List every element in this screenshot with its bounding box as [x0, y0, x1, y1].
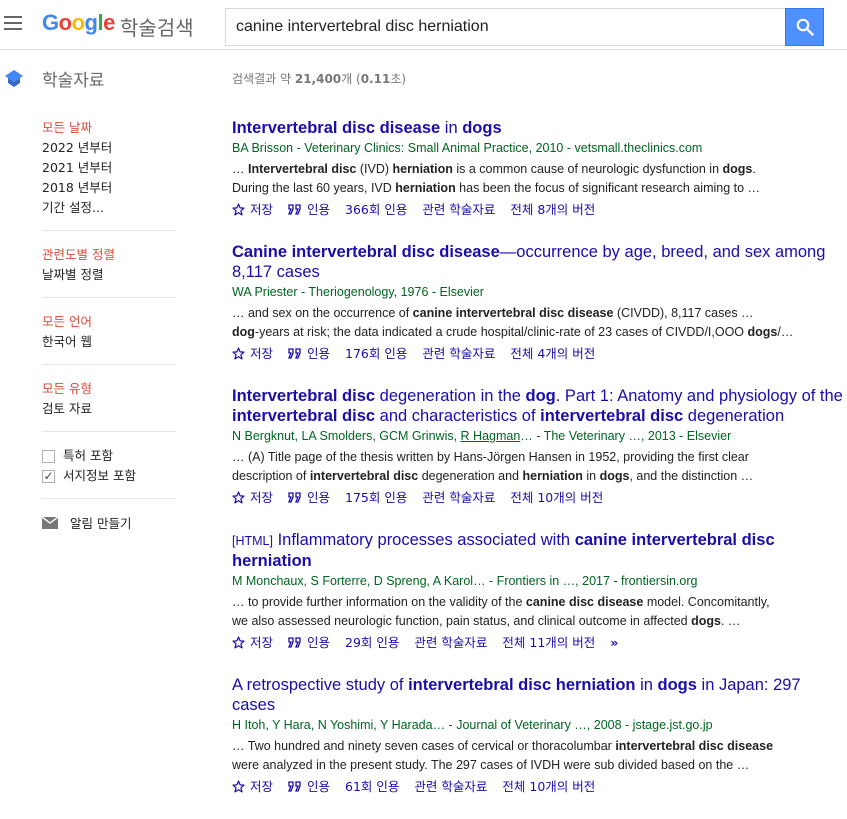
all-versions-link[interactable]: 전체 8개의 버전 [510, 200, 595, 219]
result-title-link[interactable]: A retrospective study of intervertebral … [232, 675, 844, 715]
search-result: Intervertebral disc disease in dogs BA Br… [232, 118, 844, 219]
all-versions-link[interactable]: 전체 11개의 버전 [502, 633, 595, 652]
related-articles-link[interactable]: 관련 학술자료 [422, 344, 495, 363]
result-authors-source: N Bergknut, LA Smolders, GCM Grinwis, R … [232, 429, 732, 443]
result-authors-source: M Monchaux, S Forterre, D Spreng, A Karo… [232, 574, 698, 588]
results-list: Intervertebral disc disease in dogs BA Br… [232, 118, 844, 819]
cite-button[interactable]: 인용 [288, 344, 330, 363]
result-snippet: … Two hundred and ninety seven cases of … [232, 739, 774, 772]
include-patents-checkbox[interactable]: 특허 포함 [42, 446, 176, 466]
date-filter-2018[interactable]: 2018 년부터 [42, 178, 176, 198]
save-button[interactable]: 저장 [232, 777, 273, 796]
google-logo[interactable]: Google [42, 10, 115, 36]
create-alert-link[interactable]: 알림 만들기 [42, 513, 176, 532]
related-articles-link[interactable]: 관련 학술자료 [414, 633, 487, 652]
star-icon [232, 491, 245, 504]
date-filter-custom[interactable]: 기간 설정... [42, 198, 176, 218]
star-icon [232, 203, 245, 216]
search-result: A retrospective study of intervertebral … [232, 675, 844, 796]
html-tag[interactable]: [HTML] [232, 534, 273, 548]
related-articles-link[interactable]: 관련 학술자료 [422, 488, 495, 507]
quote-icon [288, 636, 301, 648]
search-result: Canine intervertebral disc disease—occur… [232, 242, 844, 363]
result-authors-source: H Itoh, Y Hara, N Yoshimi, Y Harada… - J… [232, 718, 713, 732]
result-authors-source: WA Priester - Theriogenology, 1976 - Els… [232, 285, 484, 299]
save-button[interactable]: 저장 [232, 633, 273, 652]
language-any[interactable]: 모든 언어 [42, 312, 176, 332]
include-citations-checkbox[interactable]: ✓ 서지정보 포함 [42, 466, 176, 486]
type-group: 모든 유형 검토 자료 [42, 379, 176, 432]
result-actions: 저장 인용 29회 인용 관련 학술자료 전체 11개의 버전 » [232, 633, 844, 652]
more-chevron-icon[interactable]: » [610, 633, 618, 652]
quote-icon [288, 491, 301, 503]
search-icon [796, 18, 814, 36]
result-title-link[interactable]: Intervertebral disc degeneration in the … [232, 386, 844, 426]
result-count: 검색결과 약 21,400개 (0.11초) [232, 72, 407, 86]
star-icon [232, 347, 245, 360]
search-result: [HTML] Inflammatory processes associated… [232, 530, 844, 652]
logo-suffix: 학술검색 [120, 16, 194, 40]
mail-icon [42, 516, 58, 529]
all-versions-link[interactable]: 전체 10개의 버전 [502, 777, 595, 796]
sort-by-relevance[interactable]: 관련도별 정렬 [42, 245, 176, 265]
result-actions: 저장 인용 175회 인용 관련 학술자료 전체 10개의 버전 [232, 488, 844, 507]
save-button[interactable]: 저장 [232, 200, 273, 219]
star-icon [232, 636, 245, 649]
result-snippet: … Intervertebral disc (IVD) herniation i… [232, 162, 761, 195]
result-title-link[interactable]: [HTML] Inflammatory processes associated… [232, 530, 844, 571]
section-title: 학술자료 [42, 71, 105, 91]
date-filter-2021[interactable]: 2021 년부터 [42, 158, 176, 178]
result-title-link[interactable]: Intervertebral disc disease in dogs [232, 118, 844, 138]
sort-by-date[interactable]: 날짜별 정렬 [42, 265, 176, 285]
quote-icon [288, 347, 301, 359]
result-title-link[interactable]: Canine intervertebral disc disease—occur… [232, 242, 844, 282]
language-group: 모든 언어 한국어 웹 [42, 312, 176, 365]
cite-button[interactable]: 인용 [288, 488, 330, 507]
unchecked-box-icon [42, 449, 55, 463]
language-korean[interactable]: 한국어 웹 [42, 332, 176, 352]
result-actions: 저장 인용 176회 인용 관련 학술자료 전체 4개의 버전 [232, 344, 844, 363]
related-articles-link[interactable]: 관련 학술자료 [422, 200, 495, 219]
quote-icon [288, 203, 301, 215]
all-versions-link[interactable]: 전체 4개의 버전 [510, 344, 595, 363]
hamburger-menu-icon[interactable] [4, 16, 24, 32]
save-button[interactable]: 저장 [232, 488, 273, 507]
result-actions: 저장 인용 366회 인용 관련 학술자료 전체 8개의 버전 [232, 200, 844, 219]
cite-button[interactable]: 인용 [288, 200, 330, 219]
all-versions-link[interactable]: 전체 10개의 버전 [510, 488, 603, 507]
include-group: 특허 포함 ✓ 서지정보 포함 [42, 446, 176, 499]
cited-by-link[interactable]: 366회 인용 [345, 200, 407, 219]
scholar-cap-icon [5, 70, 23, 87]
search-input[interactable] [226, 9, 785, 45]
date-filter-2022[interactable]: 2022 년부터 [42, 138, 176, 158]
star-icon [232, 780, 245, 793]
cited-by-link[interactable]: 61회 인용 [345, 777, 399, 796]
search-box [225, 8, 785, 46]
cite-button[interactable]: 인용 [288, 633, 330, 652]
type-any[interactable]: 모든 유형 [42, 379, 176, 399]
checkmark-icon: ✓ [42, 469, 55, 483]
related-articles-link[interactable]: 관련 학술자료 [414, 777, 487, 796]
result-snippet: … to provide further information on the … [232, 595, 770, 628]
result-authors-source: BA Brisson - Veterinary Clinics: Small A… [232, 141, 703, 155]
sort-group: 관련도별 정렬 날짜별 정렬 [42, 245, 176, 298]
search-button[interactable] [785, 8, 824, 46]
sidebar: 모든 날짜 2022 년부터 2021 년부터 2018 년부터 기간 설정..… [42, 118, 176, 532]
result-snippet: … and sex on the occurrence of canine in… [232, 306, 794, 339]
cited-by-link[interactable]: 176회 인용 [345, 344, 407, 363]
result-snippet: … (A) Title page of the thesis written b… [232, 450, 754, 483]
cite-button[interactable]: 인용 [288, 777, 330, 796]
search-result: Intervertebral disc degeneration in the … [232, 386, 844, 507]
cited-by-link[interactable]: 29회 인용 [345, 633, 399, 652]
date-filter-group: 모든 날짜 2022 년부터 2021 년부터 2018 년부터 기간 설정..… [42, 118, 176, 231]
quote-icon [288, 780, 301, 792]
result-actions: 저장 인용 61회 인용 관련 학술자료 전체 10개의 버전 [232, 777, 844, 796]
type-review[interactable]: 검토 자료 [42, 399, 176, 419]
save-button[interactable]: 저장 [232, 344, 273, 363]
date-filter-any[interactable]: 모든 날짜 [42, 118, 176, 138]
cited-by-link[interactable]: 175회 인용 [345, 488, 407, 507]
top-bar: Google 학술검색 [0, 0, 847, 50]
